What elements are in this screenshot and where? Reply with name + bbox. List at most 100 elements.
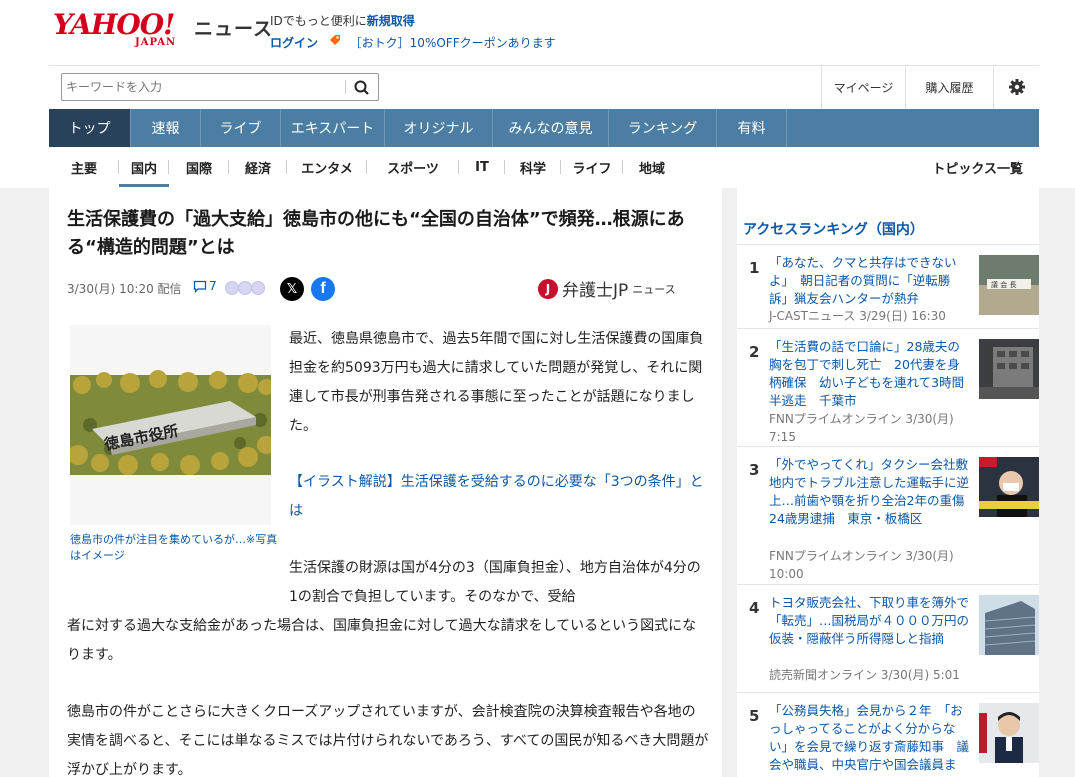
ranking-item-title[interactable]: 「あなた、クマと共存はできないよ」 朝日記者の質問に「逆転勝訴」猟友会ハンターが… [769,254,969,308]
category-label: 科学 [519,161,546,177]
article-headline: 生活保護費の「過大支給」徳島市の他にも“全国の自治体”で頻発…根源にある“構造的… [67,209,685,258]
article: 生活保護費の「過大支給」徳島市の他にも“全国の自治体”で頻発…根源にある“構造的… [49,188,722,777]
category-world[interactable]: 国際 [169,147,229,187]
category-domestic[interactable]: 国内 [119,147,169,187]
ranking-item-title[interactable]: トヨタ販売会社、下取り車を簿外で「転売」…国税局が４０００万円の仮装・隠蔽伴う所… [769,594,969,648]
ranking-thumbnail[interactable] [979,457,1039,517]
ranking-item-title[interactable]: 「生活費の話で口論に」28歳夫の胸を包丁で刺し死亡 20代妻を身柄確保 幼い子ど… [769,338,969,410]
rank-number: 5 [749,707,760,725]
category-nav: 主要 国内 国際 経済 エンタメ スポーツ IT 科学 ライフ 地域 トピックス… [49,147,1039,187]
ranking-item-source: FNNプライムオンライン 3/30(月) 7:15 [769,412,954,444]
category-label: スポーツ [387,161,439,177]
logo-text: YAHOO! [53,8,175,41]
reaction-icon [225,281,239,295]
article-paragraph-part: 生活保護の財源は国が4分の3（国庫負担金）、地方自治体が4分の1の割合で負担して… [289,560,701,605]
coupon-link[interactable]: ［おトク］10%OFFクーポンあります [350,36,556,50]
ranking-item[interactable]: 2 「生活費の話で口論に」28歳夫の胸を包丁で刺し死亡 20代妻を身柄確保 幼い… [737,328,1039,446]
nav-original[interactable]: オリジナル [385,109,493,147]
nav-breaking[interactable]: 速報 [131,109,201,147]
article-paragraph-part: 者に対する過大な支給金があった場合は、国庫負担金に対して過大な請求をしているとい… [67,618,697,663]
nav-paid[interactable]: 有料 [717,109,787,147]
rank-number: 4 [749,599,760,617]
category-label: 国際 [185,161,212,177]
nav-live[interactable]: ライブ [201,109,281,147]
ranking-item-source: J-CASTニュース 3/29(日) 16:30 [769,309,946,323]
search-button[interactable] [350,77,374,99]
article-photo[interactable]: 徳島市役所 [68,325,275,525]
category-region[interactable]: 地域 [623,147,681,187]
comments-link[interactable]: 7 [193,279,217,293]
category-label: ライフ [572,161,612,177]
purchase-history-link[interactable]: 購入履歴 [905,65,993,109]
category-life[interactable]: ライフ [561,147,623,187]
category-entertainment[interactable]: エンタメ [287,147,367,187]
rank-number: 3 [749,461,760,479]
ranking-thumbnail[interactable] [979,703,1039,763]
masthead: YAHOO! JAPAN ニュース IDでもっと便利に新規取得 ログイン ［おト… [0,0,1075,188]
ranking-item-title[interactable]: 「外でやってくれ」タクシー会社敷地内でトラブル注意した運転手に逆上…前歯や顎を折… [769,456,977,528]
rank-number: 2 [749,343,760,361]
article-paragraph: 徳島市の件がことさらに大きくクローズアップされていますが、会計検査院の決算検査報… [67,704,709,777]
comment-count: 7 [209,279,217,293]
reaction-icon [238,281,252,295]
ranking-thumbnail[interactable] [979,595,1039,655]
ranking-title: アクセスランキング（国内） [743,222,924,238]
mypage-link[interactable]: マイページ [821,65,905,109]
nav-opinions[interactable]: みんなの意見 [493,109,609,147]
main-nav: トップ 速報 ライブ エキスパート オリジナル みんなの意見 ランキング 有料 [49,109,1039,147]
ranking-item[interactable]: 1 「あなた、クマと共存はできないよ」 朝日記者の質問に「逆転勝訴」猟友会ハンタ… [737,244,1039,328]
category-label: エンタメ [301,161,353,177]
category-economy[interactable]: 経済 [229,147,287,187]
signup-link[interactable]: 新規取得 [367,14,415,28]
category-it[interactable]: IT [459,147,505,187]
source-suffix: ニュース [632,282,676,296]
promo-signup-text: IDでもっと便利に [270,14,367,28]
category-main[interactable]: 主要 [49,147,119,187]
article-date: 3/30(月) 10:20 配信 [67,282,182,296]
comment-icon [193,280,207,293]
article-paragraph: 生活保護の財源は国が4分の3（国庫負担金）、地方自治体が4分の1の割合で負担して… [67,554,709,670]
nav-ranking[interactable]: ランキング [609,109,717,147]
svg-text:議 会 長: 議 会 長 [991,280,1016,289]
promo-coupon: ログイン ［おトク］10%OFFクーポンあります [270,33,556,51]
nav-expert[interactable]: エキスパート [281,109,385,147]
logo-sub: JAPAN [135,37,177,48]
ranking-thumbnail[interactable]: 議 会 長 [979,255,1039,315]
topics-list-link[interactable]: トピックス一覧 [932,147,1023,187]
logo-news[interactable]: ニュース [194,14,273,41]
search-divider [345,80,346,94]
source-logo-icon: J [538,278,558,299]
login-link[interactable]: ログイン [270,36,318,50]
article-paragraph: 最近、徳島県徳島市で、過去5年間で国に対し生活保護費の国庫負担金を約5093万円… [289,331,704,434]
x-share-icon[interactable]: 𝕏 [280,277,304,301]
ranking-item[interactable]: 3 「外でやってくれ」タクシー会社敷地内でトラブル注意した運転手に逆上…前歯や顎… [737,446,1039,584]
ranking-item-title[interactable]: 「公務員失格」会見から２年 「おっしゃってることがよく分からない」を会見で繰り返… [769,702,969,777]
yahoo-japan-logo[interactable]: YAHOO! JAPAN [53,10,193,50]
category-label: 主要 [70,161,97,177]
source-logo[interactable]: J 弁護士JP ニュース [538,276,676,301]
nav-top[interactable]: トップ [49,109,131,147]
category-label: 経済 [244,161,271,177]
category-science[interactable]: 科学 [505,147,561,187]
reaction-faces[interactable] [225,281,265,295]
category-label: 国内 [130,161,157,177]
ranking-item-source: 読売新聞オンライン 3/30(月) 5:01 [769,668,960,682]
ranking-item-source: FNNプライムオンライン 3/30(月) 10:00 [769,549,954,581]
search-icon [354,80,369,95]
ranking-sidebar: アクセスランキング（国内） 1 「あなた、クマと共存はできないよ」 朝日記者の質… [737,188,1039,777]
related-article-link[interactable]: 【イラスト解説】生活保護を受給するのに必要な「3つの条件」とは [289,468,709,526]
category-label: 地域 [638,161,665,177]
facebook-share-icon[interactable]: f [311,277,335,301]
ranking-thumbnail[interactable] [979,339,1039,399]
promo-signup: IDでもっと便利に新規取得 [270,12,415,29]
reaction-icon [251,281,265,295]
ranking-item[interactable]: 4 トヨタ販売会社、下取り車を簿外で「転売」…国税局が４０００万円の仮装・隠蔽伴… [737,584,1039,692]
ranking-item[interactable]: 5 「公務員失格」会見から２年 「おっしゃってることがよく分からない」を会見で繰… [737,692,1039,777]
search-box [61,73,379,101]
settings-button[interactable] [993,65,1039,109]
gear-icon [1008,79,1025,95]
source-name: 弁護士JP [562,281,629,301]
category-sports[interactable]: スポーツ [367,147,459,187]
search-input[interactable] [62,74,344,100]
coupon-tag-icon [328,35,346,50]
